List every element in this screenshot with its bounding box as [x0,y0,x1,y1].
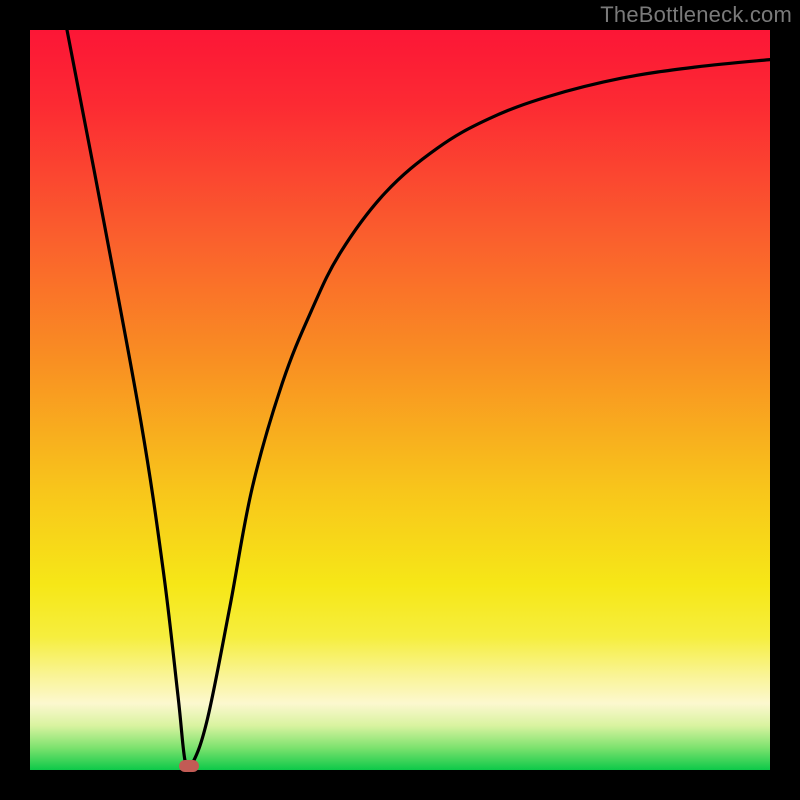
optimum-marker [179,760,199,772]
bottleneck-curve [30,30,770,770]
curve-path [67,30,770,770]
watermark-text: TheBottleneck.com [600,2,792,28]
plot-area [30,30,770,770]
chart-frame: TheBottleneck.com [0,0,800,800]
